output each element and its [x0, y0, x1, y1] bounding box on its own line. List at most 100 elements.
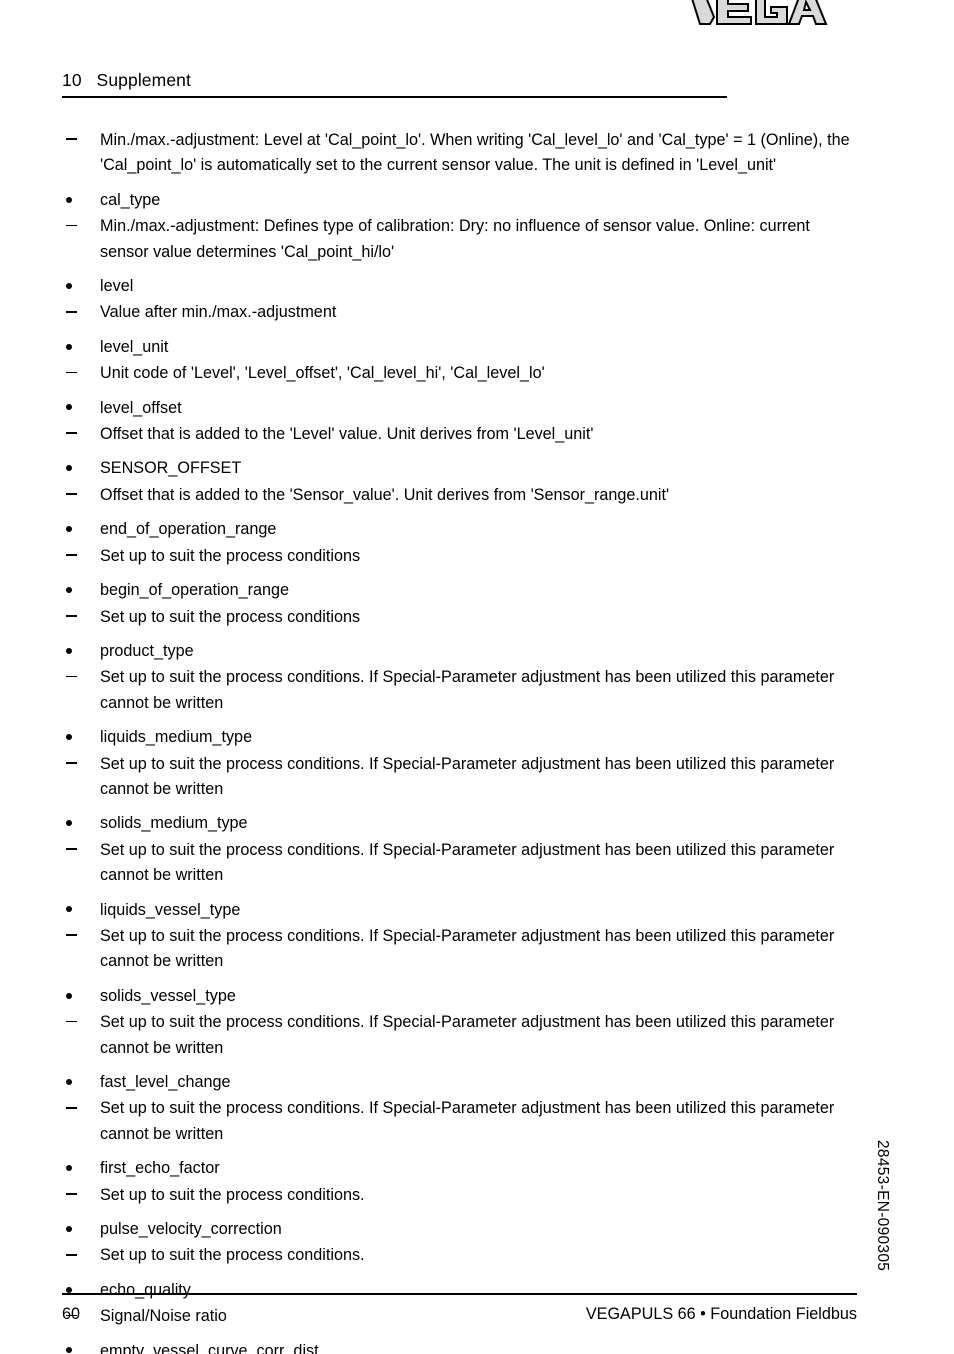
list-item: end_of_operation_range: [62, 517, 852, 542]
list-item: Set up to suit the process conditions.: [62, 1243, 852, 1268]
list-item: empty_vessel_curve_corr_dist: [62, 1339, 852, 1354]
list-item: liquids_vessel_type: [62, 898, 852, 923]
list-item-text: level: [100, 277, 134, 296]
list-item: Min./max.-adjustment: Defines type of ca…: [62, 214, 852, 265]
list-item-text: Set up to suit the process conditions. I…: [100, 1013, 835, 1057]
list-item: first_echo_factor: [62, 1156, 852, 1181]
list-item-text: Set up to suit the process conditions: [100, 546, 361, 565]
list-item-text: cal_type: [100, 190, 161, 209]
list-item-text: Set up to suit the process conditions. I…: [100, 668, 835, 712]
list-item: level_unit: [62, 335, 852, 360]
bullet-marker-icon: [66, 1339, 88, 1354]
bullet-marker-icon: [66, 898, 88, 923]
header-chapter-title: 10 Supplement: [62, 70, 191, 90]
list-item: solids_medium_type: [62, 811, 852, 836]
list-item: Set up to suit the process conditions. I…: [62, 924, 852, 975]
bullet-marker-icon: [66, 984, 88, 1009]
bullet-marker-icon: [66, 1156, 88, 1181]
bullet-marker-icon: [66, 274, 88, 299]
bullet-marker-icon: [66, 725, 88, 750]
bullet-marker-icon: [66, 456, 88, 481]
list-item: solids_vessel_type: [62, 984, 852, 1009]
dash-marker-icon: [66, 128, 88, 153]
list-item: SENSOR_OFFSET: [62, 456, 852, 481]
list-item-text: Set up to suit the process conditions.: [100, 1246, 365, 1265]
list-item: pulse_velocity_correction: [62, 1217, 852, 1242]
list-item-text: Value after min./max.-adjustment: [100, 303, 337, 322]
dash-marker-icon: [66, 665, 88, 690]
list-item: product_type: [62, 639, 852, 664]
list-item: Set up to suit the process conditions. I…: [62, 1010, 852, 1061]
dash-marker-icon: [66, 1096, 88, 1121]
list-item-text: echo_quality: [100, 1280, 191, 1299]
list-item-text: Set up to suit the process conditions: [100, 607, 361, 626]
list-item: Min./max.-adjustment: Level at 'Cal_poin…: [62, 128, 852, 179]
list-item-text: Set up to suit the process conditions. I…: [100, 1099, 835, 1143]
list-item-text: level_offset: [100, 398, 182, 417]
bullet-marker-icon: [66, 1070, 88, 1095]
list-item-text: liquids_medium_type: [100, 728, 253, 747]
list-item: cal_type: [62, 188, 852, 213]
list-item: Set up to suit the process conditions. I…: [62, 665, 852, 716]
bullet-marker-icon: [66, 188, 88, 213]
bullet-marker-icon: [66, 1278, 88, 1303]
list-item-text: empty_vessel_curve_corr_dist: [100, 1341, 319, 1354]
footer-divider-rule: [62, 1293, 857, 1295]
list-item-text: begin_of_operation_range: [100, 581, 290, 600]
parameter-list: Min./max.-adjustment: Level at 'Cal_poin…: [62, 128, 852, 1354]
bullet-marker-icon: [66, 578, 88, 603]
dash-marker-icon: [66, 1183, 88, 1208]
list-item-text: pulse_velocity_correction: [100, 1220, 282, 1239]
dash-marker-icon: [66, 752, 88, 777]
side-margin-document-code: 28453-EN-090305: [872, 1140, 896, 1320]
footer-document-title: VEGAPULS 66 • Foundation Fieldbus: [585, 1305, 857, 1323]
list-item: Set up to suit the process conditions. I…: [62, 752, 852, 803]
list-item-text: fast_level_change: [100, 1073, 231, 1091]
dash-marker-icon: [66, 483, 88, 508]
list-item: fast_level_change: [62, 1070, 852, 1095]
list-item-text: end_of_operation_range: [100, 520, 277, 539]
bullet-marker-icon: [66, 396, 88, 421]
list-item-text: Set up to suit the process conditions. I…: [100, 840, 835, 885]
dash-marker-icon: [66, 838, 88, 863]
list-item: Value after min./max.-adjustment: [62, 300, 852, 325]
list-item: Offset that is added to the 'Level' valu…: [62, 422, 852, 447]
dash-marker-icon: [66, 924, 88, 949]
list-item-text: product_type: [100, 641, 194, 660]
list-item-text: Set up to suit the process conditions. I…: [100, 754, 835, 798]
dash-marker-icon: [66, 422, 88, 447]
dash-marker-icon: [66, 544, 88, 569]
list-item-text: Min./max.-adjustment: Defines type of ca…: [100, 217, 810, 261]
list-item-text: solids_vessel_type: [100, 986, 236, 1005]
list-item-text: liquids_vessel_type: [100, 900, 241, 919]
list-item: Set up to suit the process conditions. I…: [62, 1096, 852, 1147]
list-item-text: solids_medium_type: [100, 814, 248, 833]
list-item: begin_of_operation_range: [62, 578, 852, 603]
dash-marker-icon: [66, 214, 88, 239]
dash-marker-icon: [66, 1010, 88, 1035]
bullet-marker-icon: [66, 1217, 88, 1242]
list-item-text: Offset that is added to the 'Sensor_valu…: [100, 485, 670, 504]
list-item-text: Set up to suit the process conditions. I…: [100, 926, 835, 971]
document-page: 10 Supplement Min./max.-adjustment: Leve…: [0, 0, 954, 1354]
list-item-text: Unit code of 'Level', 'Level_offset', 'C…: [100, 364, 545, 383]
list-item-text: level_unit: [100, 337, 169, 356]
list-item: Set up to suit the process conditions: [62, 544, 852, 569]
list-item-text: Min./max.-adjustment: Level at 'Cal_poin…: [100, 131, 850, 175]
list-item: Set up to suit the process conditions: [62, 605, 852, 630]
list-item: Unit code of 'Level', 'Level_offset', 'C…: [62, 361, 852, 386]
list-item: level_offset: [62, 396, 852, 421]
dash-marker-icon: [66, 300, 88, 325]
list-item: Offset that is added to the 'Sensor_valu…: [62, 483, 852, 508]
list-item: level: [62, 274, 852, 299]
bullet-marker-icon: [66, 335, 88, 360]
list-item-text: Offset that is added to the 'Level' valu…: [100, 425, 594, 444]
bullet-marker-icon: [66, 639, 88, 664]
dash-marker-icon: [66, 1243, 88, 1268]
list-item: echo_quality: [62, 1278, 852, 1303]
dash-marker-icon: [66, 605, 88, 630]
header-divider-rule: [62, 96, 727, 98]
page-number: 60: [62, 1305, 81, 1323]
bullet-marker-icon: [66, 517, 88, 542]
document-code-text: 28453-EN-090305: [874, 1140, 891, 1272]
